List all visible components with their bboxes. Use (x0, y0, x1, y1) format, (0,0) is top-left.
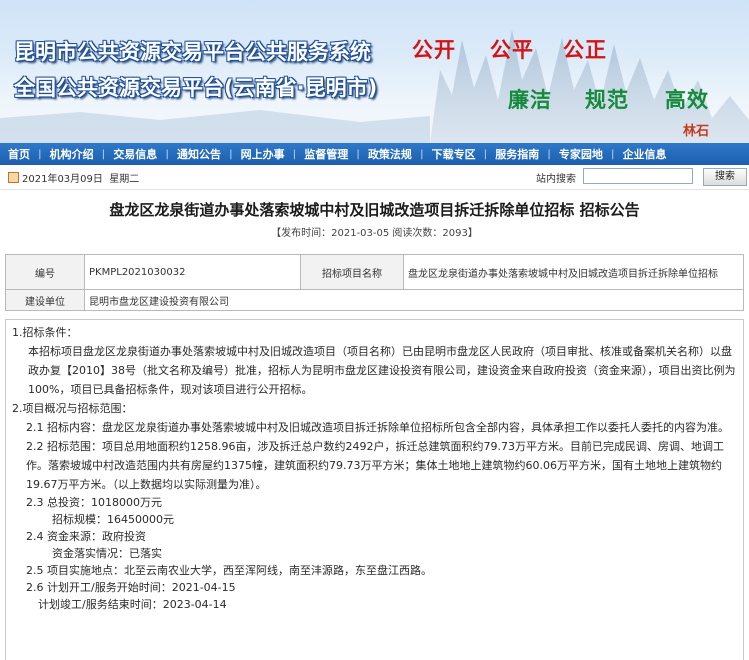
section-1-body: 本招标项目盘龙区龙泉街道办事处落索坡城中村及旧城改造项目（项目名称）已由昆明市盘… (28, 345, 736, 396)
section-2-3a: 2.3 总投资：1018000万元 (26, 496, 162, 509)
search-button[interactable]: 搜索 (703, 168, 747, 186)
search-input[interactable] (583, 168, 693, 184)
section-2-4b: 资金落实情况：已落实 (52, 547, 162, 560)
builder-label: 建设单位 (5, 289, 85, 311)
slogan-standard: 规范 (585, 88, 629, 112)
nav-home[interactable]: 首页 (0, 146, 38, 162)
publish-meta: 【发布时间：2021-03-05 阅读次数：2093】 (271, 228, 478, 239)
nav-supervision[interactable]: 监督管理 (296, 146, 356, 162)
slogan-fair: 公平 (490, 38, 534, 62)
nav-trade-info[interactable]: 交易信息 (105, 146, 165, 162)
page-title: 盘龙区龙泉街道办事处落索坡城中村及旧城改造项目拆迁拆除单位招标 招标公告 (109, 201, 640, 219)
table-row: 编号 PKMPL2021030032 招标项目名称 盘龙区龙泉街道办事处落索坡城… (5, 254, 744, 290)
banner-title-line2: 全国公共资源交易平台(云南省·昆明市) (14, 76, 378, 100)
code-value: PKMPL2021030032 (84, 254, 301, 290)
slogan-efficient: 高效 (665, 88, 709, 112)
current-date: 2021年03月09日 星期二 (22, 174, 140, 185)
project-name-value: 盘龙区龙泉街道办事处落索坡城中村及旧城改造项目拆迁拆除单位招标 (403, 254, 744, 290)
nav-about[interactable]: 机构介绍 (42, 146, 102, 162)
info-toolbar: 2021年03月09日 星期二 站内搜索 搜索 (0, 165, 749, 190)
slogan-open: 公开 (412, 38, 456, 62)
nav-policies[interactable]: 政策法规 (360, 146, 420, 162)
table-row: 建设单位 昆明市盘龙区建设投资有限公司 (5, 289, 744, 311)
section-2-6b: 计划竣工/服务结束时间：2023-04-14 (38, 598, 227, 611)
section-2-3b: 招标规模：16450000元 (52, 513, 174, 526)
section-1-title: 1.招标条件： (12, 326, 78, 339)
nav-experts[interactable]: 专家园地 (551, 146, 611, 162)
nav-downloads[interactable]: 下载专区 (424, 146, 484, 162)
section-2-1: 2.1 招标内容：盘龙区龙泉街道办事处落索坡城中村及旧城改造项目拆迁拆除单位招标… (26, 421, 729, 434)
nav-notices[interactable]: 通知公告 (169, 146, 229, 162)
announcement-body: 1.招标条件： 本招标项目盘龙区龙泉街道办事处落索坡城中村及旧城改造项目（项目名… (5, 319, 744, 660)
nav-enterprise[interactable]: 企业信息 (615, 146, 675, 162)
site-banner: 昆明市公共资源交易平台公共服务系统 全国公共资源交易平台(云南省·昆明市) 公开… (0, 0, 749, 143)
nav-online-service[interactable]: 网上办事 (233, 146, 293, 162)
section-2-4a: 2.4 资金来源：政府投资 (26, 530, 146, 543)
project-name-label: 招标项目名称 (300, 254, 404, 290)
section-2-5: 2.5 项目实施地点：北至云南农业大学，西至浑阿线，南至沣源路，东至盘江西路。 (26, 564, 432, 577)
calendar-icon (8, 172, 19, 183)
banner-title-line1: 昆明市公共资源交易平台公共服务系统 (14, 40, 371, 64)
nav-guide[interactable]: 服务指南 (487, 146, 547, 162)
main-nav: 首页 | 机构介绍 | 交易信息 | 通知公告 | 网上办事 | 监督管理 | 政策法规 | … (0, 143, 749, 165)
project-info-table: 编号 PKMPL2021030032 招标项目名称 盘龙区龙泉街道办事处落索坡城… (5, 254, 744, 311)
builder-value: 昆明市盘龙区建设投资有限公司 (84, 289, 744, 311)
section-2-6a: 2.6 计划开工/服务开始时间：2021-04-15 (26, 581, 236, 594)
slogan-just: 公正 (563, 38, 607, 62)
slogan-clean: 廉洁 (508, 88, 552, 112)
search-label: 站内搜索 (536, 174, 576, 185)
banner-brand-mark: 林石 (683, 124, 710, 139)
section-2-title: 2.项目概况与招标范围： (12, 402, 133, 415)
section-2-2: 2.2 招标范围：项目总用地面积约1258.96亩，涉及拆迁总户数约2492户，… (26, 440, 724, 491)
code-label: 编号 (5, 254, 85, 290)
